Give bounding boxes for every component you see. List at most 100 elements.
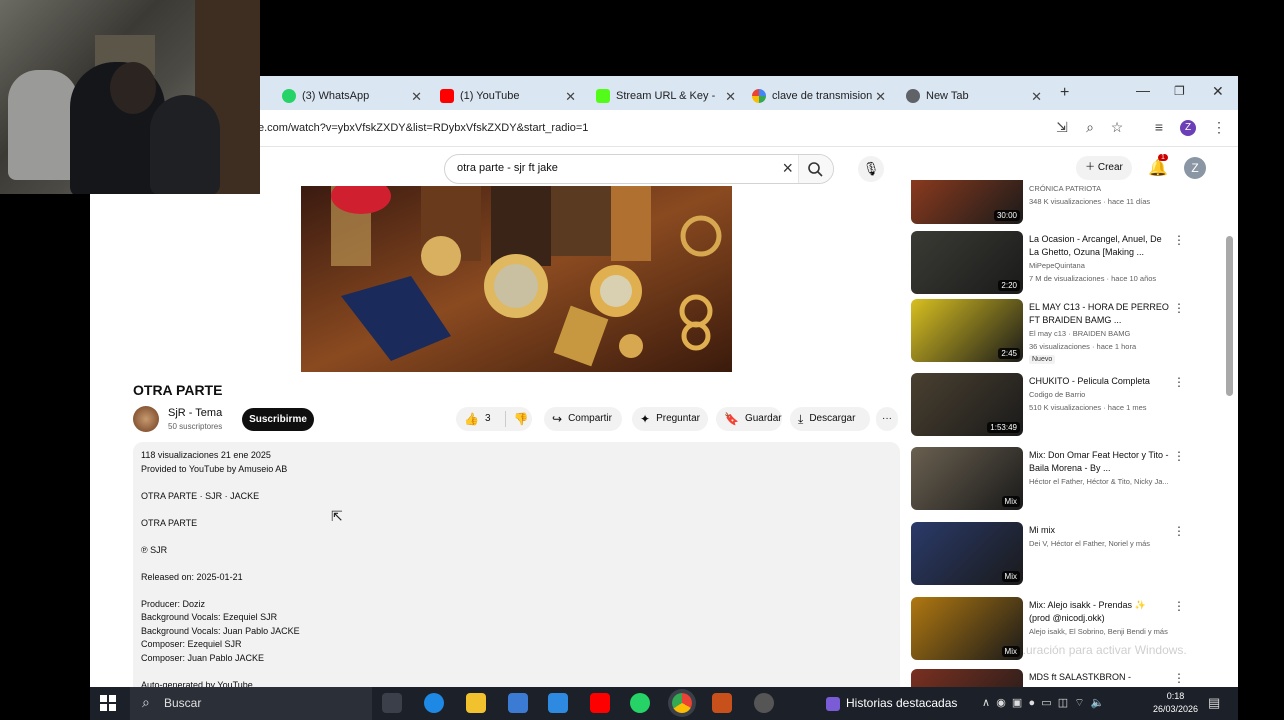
tab-google-search[interactable]: clave de transmision ✕ bbox=[752, 82, 886, 110]
install-app-icon[interactable]: ⇲ bbox=[1053, 119, 1071, 136]
taskbar-search[interactable]: ⌕ Buscar bbox=[130, 687, 372, 720]
minimize-button[interactable]: — bbox=[1136, 82, 1150, 98]
channel-avatar[interactable] bbox=[133, 406, 159, 432]
recommendation-title[interactable]: CHUKITO - Pelicula Completa bbox=[1029, 375, 1169, 388]
profile-avatar[interactable]: Z bbox=[1180, 120, 1196, 136]
recommendation-title[interactable]: MDS ft SALASTKBRON - bbox=[1029, 671, 1169, 684]
recommendation-card[interactable]: 2:20 La Ocasion - Arcangel, Anuel, De La … bbox=[911, 231, 1221, 297]
chrome-app-icon[interactable] bbox=[672, 693, 692, 713]
system-tray[interactable]: ∧ ◉ ▣ ● ▭ ◫ ⌔ 🔈 bbox=[982, 696, 1104, 710]
more-options-icon[interactable]: ⋮ bbox=[1173, 671, 1185, 685]
recommendation-thumbnail[interactable]: Mix bbox=[911, 522, 1023, 585]
recommendation-card[interactable]: Mix Mi mix Dei V, Héctor el Father, Noriel… bbox=[911, 522, 1221, 588]
search-button[interactable] bbox=[798, 155, 833, 183]
youtube-app-icon[interactable] bbox=[590, 693, 610, 713]
brave-icon[interactable] bbox=[712, 693, 732, 713]
more-options-icon[interactable]: ⋮ bbox=[1173, 375, 1185, 389]
recommendation-channel[interactable]: Alejo isakk, El Sobrino, Benji Bendi y m… bbox=[1029, 627, 1168, 636]
chevron-up-icon[interactable]: ∧ bbox=[982, 697, 990, 709]
more-options-icon[interactable]: ⋮ bbox=[1173, 599, 1185, 613]
tab-new-tab[interactable]: New Tab ✕ bbox=[906, 82, 1042, 110]
file-explorer-icon[interactable] bbox=[466, 693, 486, 713]
more-options-icon[interactable]: ⋮ bbox=[1173, 449, 1185, 463]
bookmark-star-icon[interactable]: ☆ bbox=[1108, 119, 1126, 136]
account-avatar[interactable]: Z bbox=[1184, 157, 1206, 179]
page-scrollbar[interactable] bbox=[1226, 236, 1233, 396]
store-icon[interactable] bbox=[508, 693, 528, 713]
recommendation-card[interactable]: Mix Mix: Alejo isakk - Prendas ✨ (prod @n… bbox=[911, 597, 1221, 663]
save-button[interactable]: 🔖 Guardar bbox=[716, 407, 782, 431]
recommendation-title[interactable]: Mix: Don Omar Feat Hector y Tito - Baila… bbox=[1029, 449, 1169, 475]
recommendation-thumbnail[interactable]: 2:20 bbox=[911, 231, 1023, 294]
wifi-icon[interactable]: ⌔ bbox=[1074, 697, 1084, 709]
recommendation-thumbnail[interactable]: Mix bbox=[911, 447, 1023, 510]
edge-icon[interactable] bbox=[424, 693, 444, 713]
channel-name[interactable]: SjR - Tema bbox=[168, 407, 222, 419]
close-icon[interactable]: ✕ bbox=[1031, 89, 1042, 105]
task-view-icon[interactable] bbox=[382, 693, 402, 713]
tray-app-icon[interactable]: ◉ bbox=[996, 697, 1006, 709]
voice-search-mic-icon[interactable]: 🎙 bbox=[858, 156, 884, 182]
ask-button[interactable]: ✦ Preguntar bbox=[632, 407, 708, 431]
close-icon[interactable]: ✕ bbox=[411, 89, 422, 105]
window-close-button[interactable]: ✕ bbox=[1212, 83, 1224, 100]
tab-whatsapp[interactable]: (3) WhatsApp ✕ bbox=[282, 82, 422, 110]
recommendation-channel[interactable]: CRÓNICA PATRIOTA bbox=[1029, 184, 1101, 193]
recommendation-channel[interactable]: MiPepeQuintana bbox=[1029, 261, 1085, 270]
recommendation-card[interactable]: 1:53:49 CHUKITO - Pelicula Completa Codigo… bbox=[911, 373, 1221, 439]
close-icon[interactable]: ✕ bbox=[725, 89, 736, 105]
like-button[interactable]: 👍 bbox=[464, 407, 479, 431]
chrome-menu-icon[interactable]: ⋮ bbox=[1210, 119, 1228, 136]
notification-center-icon[interactable]: ▤ bbox=[1208, 695, 1220, 711]
recommendation-thumbnail[interactable]: 30:00 bbox=[911, 180, 1023, 224]
recommendation-channel[interactable]: Héctor el Father, Héctor & Tito, Nicky J… bbox=[1029, 477, 1169, 486]
share-button[interactable]: ↪ Compartir bbox=[544, 407, 622, 431]
microphone-icon[interactable]: ● bbox=[1028, 697, 1035, 709]
clear-search-icon[interactable]: × bbox=[782, 158, 793, 179]
recommendation-thumbnail[interactable] bbox=[911, 669, 1023, 687]
recommendation-channel[interactable]: Codigo de Barrio bbox=[1029, 390, 1085, 399]
tab-stream-key[interactable]: Stream URL & Key - ✕ bbox=[596, 82, 736, 110]
close-icon[interactable]: ✕ bbox=[875, 89, 886, 105]
recommendation-title[interactable]: La Ocasion - Arcangel, Anuel, De La Ghet… bbox=[1029, 233, 1169, 259]
camera-icon[interactable]: ▣ bbox=[1012, 697, 1022, 709]
restore-button[interactable]: ❐ bbox=[1174, 84, 1185, 98]
more-actions-button[interactable]: ··· bbox=[876, 407, 898, 431]
more-options-icon[interactable]: ⋮ bbox=[1173, 524, 1185, 538]
windows-start-icon[interactable] bbox=[100, 695, 116, 711]
tab-youtube[interactable]: (1) YouTube ✕ bbox=[440, 82, 576, 110]
recommendation-channel[interactable]: Dei V, Héctor el Father, Noriel y más bbox=[1029, 539, 1150, 548]
more-options-icon[interactable]: ⋮ bbox=[1173, 301, 1185, 315]
notifications-bell-icon[interactable]: 🔔 1 bbox=[1148, 154, 1168, 178]
recommendation-title[interactable]: EL MAY C13 - HORA DE PERREO FT BRAIDEN B… bbox=[1029, 301, 1169, 327]
recommendation-thumbnail[interactable]: 1:53:49 bbox=[911, 373, 1023, 436]
recommendation-card[interactable]: MDS ft SALASTKBRON - ⋮ bbox=[911, 669, 1221, 687]
close-icon[interactable]: ✕ bbox=[565, 89, 576, 105]
recommendation-card[interactable]: 2:45 EL MAY C13 - HORA DE PERREO FT BRAID… bbox=[911, 299, 1221, 365]
address-url[interactable]: e.com/watch?v=ybxVfskZXDY&list=RDybxVfsk… bbox=[258, 122, 588, 134]
network-icon[interactable]: ◫ bbox=[1058, 697, 1068, 709]
recommendation-title[interactable]: Mix: Alejo isakk - Prendas ✨ (prod @nico… bbox=[1029, 599, 1169, 625]
volume-icon[interactable]: 🔈 bbox=[1091, 697, 1105, 709]
clock[interactable]: 0:18 26/03/2026 bbox=[1153, 690, 1198, 716]
widgets-button[interactable]: Historias destacadas bbox=[826, 696, 957, 711]
recommendation-thumbnail[interactable]: Mix bbox=[911, 597, 1023, 660]
recommendation-title[interactable]: Mi mix bbox=[1029, 524, 1169, 537]
media-control-icon[interactable]: ≡ bbox=[1150, 119, 1168, 135]
download-button[interactable]: ⤓ Descargar bbox=[790, 407, 870, 431]
recommendation-card[interactable]: Mix Mix: Don Omar Feat Hector y Tito - Ba… bbox=[911, 447, 1221, 513]
create-button[interactable]: ＋ Crear bbox=[1076, 156, 1132, 180]
dislike-icon[interactable]: 👎 bbox=[514, 407, 529, 431]
more-options-icon[interactable]: ⋮ bbox=[1173, 233, 1185, 247]
zoom-icon[interactable]: ⌕ bbox=[1081, 119, 1099, 136]
recommendation-channel[interactable]: El may c13 · BRAIDEN BAMG bbox=[1029, 329, 1130, 338]
search-box[interactable]: otra parte - sjr ft jake × bbox=[444, 154, 834, 184]
video-player[interactable] bbox=[301, 186, 732, 372]
search-input[interactable]: otra parte - sjr ft jake bbox=[457, 162, 558, 174]
video-description[interactable]: 118 visualizaciones 21 ene 2025 Provided … bbox=[133, 442, 900, 687]
mail-icon[interactable] bbox=[548, 693, 568, 713]
new-tab-button[interactable]: + bbox=[1060, 84, 1069, 102]
subscribe-button[interactable]: Suscribirme bbox=[242, 408, 314, 431]
recommendation-thumbnail[interactable]: 2:45 bbox=[911, 299, 1023, 362]
obs-icon[interactable] bbox=[754, 693, 774, 713]
